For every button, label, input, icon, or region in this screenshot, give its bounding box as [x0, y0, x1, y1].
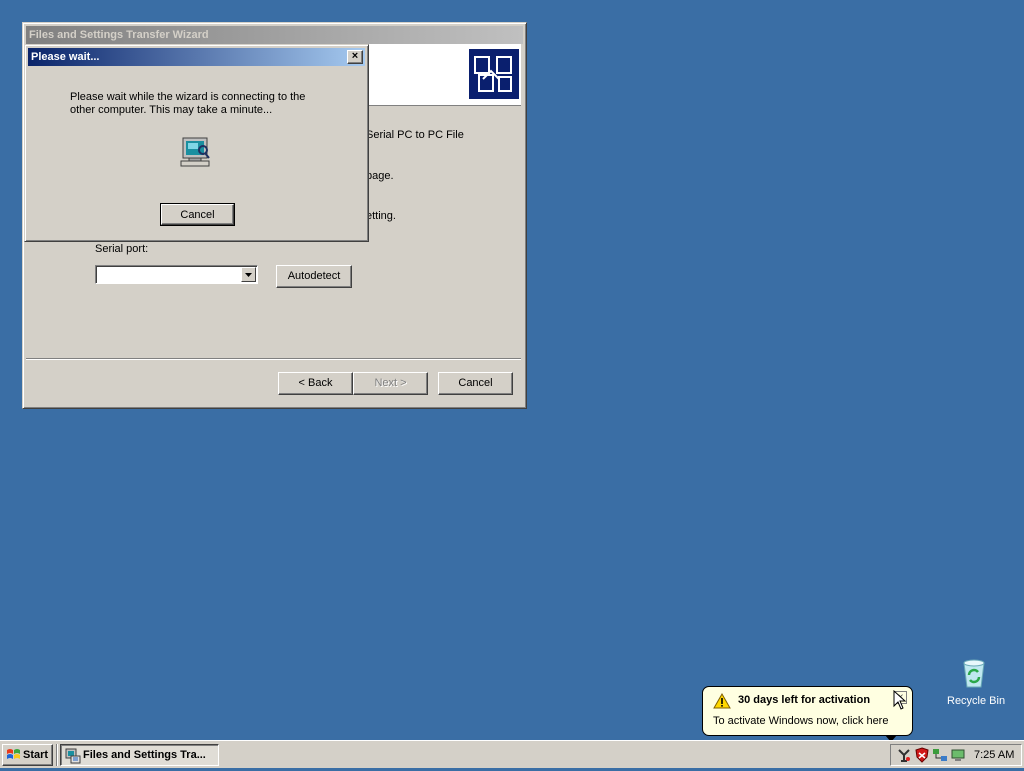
- serial-port-select[interactable]: [95, 265, 258, 284]
- security-shield-icon[interactable]: [914, 747, 930, 763]
- start-button[interactable]: Start: [2, 744, 53, 766]
- dialog-message-line1: Please wait while the wizard is connecti…: [70, 91, 306, 103]
- computer-icon: [179, 136, 213, 168]
- windows-logo-icon: [6, 748, 21, 762]
- wizard-logo-icon: [469, 49, 519, 99]
- network-tray-icon[interactable]: [896, 747, 912, 763]
- warning-icon: [713, 692, 731, 709]
- wizard-text-line2: page.: [366, 170, 394, 182]
- next-button[interactable]: Next >: [353, 372, 428, 395]
- back-button[interactable]: < Back: [278, 372, 353, 395]
- wizard-text-line1: Serial PC to PC File: [366, 129, 464, 141]
- recycle-bin-icon: [958, 657, 990, 689]
- network-connections-icon[interactable]: [932, 747, 948, 763]
- wizard-separator: [26, 358, 521, 360]
- monitor-tray-icon[interactable]: [950, 747, 966, 763]
- chevron-down-icon[interactable]: [241, 267, 256, 282]
- balloon-title: 30 days left for activation: [738, 694, 871, 706]
- system-tray: 7:25 AM: [890, 744, 1022, 766]
- wizard-title-bar[interactable]: Files and Settings Transfer Wizard: [26, 26, 523, 44]
- wizard-cancel-button[interactable]: Cancel: [438, 372, 513, 395]
- please-wait-dialog: Please wait... × Please wait while the w…: [24, 44, 369, 242]
- mouse-cursor-icon: [893, 689, 907, 710]
- taskbar-item-wizard[interactable]: Files and Settings Tra...: [60, 744, 219, 766]
- dialog-title: Please wait...: [31, 51, 100, 63]
- recycle-bin[interactable]: Recycle Bin: [940, 655, 1008, 710]
- clock[interactable]: 7:25 AM: [974, 749, 1014, 761]
- taskbar-divider: [56, 744, 58, 766]
- dialog-message-line2: other computer. This may take a minute..…: [70, 104, 273, 116]
- serial-port-label: Serial port:: [95, 243, 149, 255]
- wizard-title: Files and Settings Transfer Wizard: [29, 29, 209, 41]
- dialog-title-bar[interactable]: Please wait...: [28, 48, 365, 66]
- close-icon[interactable]: ×: [347, 50, 363, 64]
- recycle-bin-label: Recycle Bin: [947, 695, 1006, 707]
- start-label: Start: [23, 749, 49, 761]
- balloon-body[interactable]: To activate Windows now, click here: [713, 715, 888, 727]
- autodetect-button[interactable]: Autodetect: [276, 265, 352, 288]
- dialog-cancel-button[interactable]: Cancel: [160, 203, 235, 226]
- wizard-task-icon: [65, 748, 81, 764]
- taskbar-item-label: Files and Settings Tra...: [83, 749, 206, 761]
- activation-balloon[interactable]: 30 days left for activation To activate …: [702, 686, 913, 736]
- wizard-text-line3: etting.: [366, 210, 396, 222]
- taskbar: Start Files and Settings Tra... 7:25 AM: [0, 740, 1024, 768]
